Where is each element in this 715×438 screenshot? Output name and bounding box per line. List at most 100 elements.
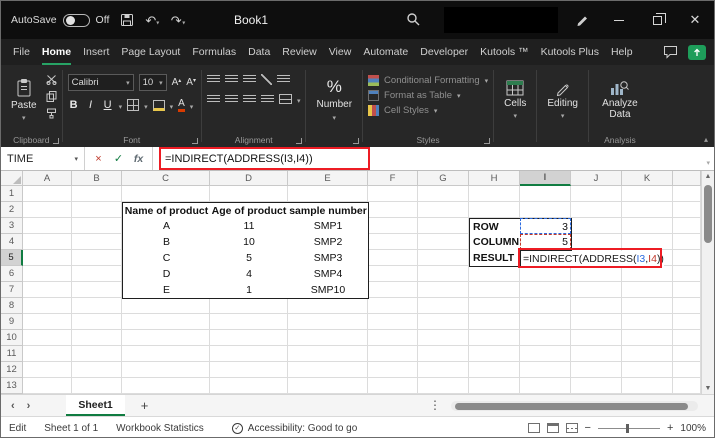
styles-item[interactable]: Cell Styles [368, 105, 488, 116]
tab-view[interactable]: View [323, 39, 358, 65]
select-all-corner[interactable] [1, 171, 23, 186]
column-header-K[interactable]: K [622, 171, 673, 186]
minimize-button[interactable] [600, 1, 638, 39]
tab-data[interactable]: Data [242, 39, 276, 65]
column-header-G[interactable]: G [418, 171, 469, 186]
format-painter-icon[interactable] [46, 108, 57, 119]
clipboard-dialog-launcher-icon[interactable] [52, 138, 59, 144]
fill-color-icon[interactable] [152, 99, 165, 111]
zoom-in-button[interactable]: + [667, 422, 673, 434]
align-right-icon[interactable] [242, 94, 256, 104]
horizontal-scrollbar-thumb[interactable] [455, 402, 688, 410]
row-header-8[interactable]: 8 [1, 298, 23, 314]
insert-function-icon[interactable]: fx [130, 153, 147, 165]
cell-D7[interactable]: 1 [210, 282, 289, 299]
cell-H4[interactable]: COLUMN [469, 234, 521, 251]
row-header-7[interactable]: 7 [1, 282, 23, 298]
cut-icon[interactable] [46, 74, 57, 85]
cell-H3[interactable]: ROW [469, 218, 521, 235]
share-icon[interactable] [688, 44, 706, 60]
borders-icon[interactable] [127, 99, 140, 111]
pen-icon[interactable] [575, 12, 589, 26]
decrease-font-size-icon[interactable]: A▾ [186, 77, 196, 88]
row-header-2[interactable]: 2 [1, 202, 23, 218]
column-header-A[interactable]: A [23, 171, 72, 186]
sheet-nav-right-icon[interactable]: › [27, 400, 31, 412]
enter-icon[interactable]: ✓ [110, 152, 127, 165]
cell-C7[interactable]: E [122, 282, 211, 299]
cell-C5[interactable]: C [122, 250, 211, 267]
comments-icon[interactable] [663, 45, 678, 59]
page-layout-view-icon[interactable] [546, 423, 559, 433]
cell-D3[interactable]: 11 [210, 218, 289, 235]
cell-C3[interactable]: A [122, 218, 211, 235]
styles-item[interactable]: Conditional Formatting [368, 75, 488, 86]
orientation-icon[interactable] [260, 74, 272, 85]
copy-icon[interactable] [46, 91, 57, 102]
cell-E6[interactable]: SMP4 [288, 266, 369, 283]
cell-C2[interactable]: Name of product [122, 202, 211, 219]
cell-C4[interactable]: B [122, 234, 211, 251]
search-icon[interactable] [406, 12, 421, 27]
undo-icon[interactable]: ↶ [145, 14, 159, 27]
align-left-icon[interactable] [206, 94, 220, 104]
horizontal-scrollbar[interactable] [451, 401, 698, 411]
cells-button[interactable]: Cells [499, 70, 531, 130]
font-dialog-launcher-icon[interactable] [191, 138, 198, 144]
zoom-level[interactable]: 100% [680, 423, 706, 434]
number-format-button[interactable]: % Number [311, 70, 357, 130]
row-header-10[interactable]: 10 [1, 330, 23, 346]
cell-I3[interactable]: 3 [520, 218, 572, 235]
cancel-icon[interactable]: × [90, 153, 107, 165]
tab-insert[interactable]: Insert [77, 39, 115, 65]
close-button[interactable]: ✕ [676, 1, 714, 39]
row-header-5[interactable]: 5 [1, 250, 23, 266]
tab-file[interactable]: File [7, 39, 36, 65]
column-header-C[interactable]: C [122, 171, 210, 186]
italic-button[interactable]: I [85, 99, 97, 111]
normal-view-icon[interactable] [527, 423, 540, 433]
add-sheet-button[interactable]: + [141, 398, 149, 413]
cell-C6[interactable]: D [122, 266, 211, 283]
workbook-statistics-button[interactable]: Workbook Statistics [116, 423, 204, 434]
row-header-3[interactable]: 3 [1, 218, 23, 234]
underline-button[interactable]: U [102, 99, 114, 111]
tab-kutools[interactable]: Kutools ™ [474, 39, 534, 65]
row-header-6[interactable]: 6 [1, 266, 23, 282]
column-header-I[interactable]: I [520, 171, 571, 186]
increase-font-size-icon[interactable]: A▴ [172, 77, 182, 88]
cell-E3[interactable]: SMP1 [288, 218, 369, 235]
paste-button[interactable]: Paste [6, 70, 42, 130]
cell-E4[interactable]: SMP2 [288, 234, 369, 251]
tab-automate[interactable]: Automate [357, 39, 414, 65]
tab-kutools-plus[interactable]: Kutools Plus [535, 39, 605, 65]
editing-button[interactable]: Editing [542, 70, 583, 130]
autosave-toggle[interactable]: AutoSave Off [11, 13, 109, 27]
name-box[interactable]: TIME [1, 147, 85, 170]
font-color-icon[interactable]: A [178, 98, 185, 112]
styles-dialog-launcher-icon[interactable] [484, 138, 491, 144]
accessibility-status[interactable]: ✓ Accessibility: Good to go [231, 422, 357, 434]
vertical-scrollbar-thumb[interactable] [704, 185, 712, 243]
align-center-icon[interactable] [224, 94, 238, 104]
save-icon[interactable] [120, 13, 134, 27]
cell-D4[interactable]: 10 [210, 234, 289, 251]
indent-icon[interactable] [260, 94, 274, 104]
page-break-view-icon[interactable] [565, 423, 578, 433]
zoom-out-button[interactable]: − [585, 422, 591, 434]
cell-D6[interactable]: 4 [210, 266, 289, 283]
tab-help[interactable]: Help [605, 39, 639, 65]
alignment-dialog-launcher-icon[interactable] [296, 138, 303, 144]
analyze-data-button[interactable]: Analyze Data [594, 70, 646, 130]
column-header-D[interactable]: D [210, 171, 288, 186]
sheet-tab-sheet1[interactable]: Sheet1 [66, 395, 125, 416]
merge-center-icon[interactable] [278, 94, 292, 104]
tab-developer[interactable]: Developer [414, 39, 474, 65]
row-header-11[interactable]: 11 [1, 346, 23, 362]
row-header-1[interactable]: 1 [1, 186, 23, 202]
font-size-select[interactable]: 10 [138, 74, 167, 91]
tab-scrollbar-splitter[interactable]: ⋮ [429, 398, 441, 412]
cell-E5[interactable]: SMP3 [288, 250, 369, 267]
bold-button[interactable]: B [68, 99, 80, 111]
cell-E7[interactable]: SMP10 [288, 282, 369, 299]
